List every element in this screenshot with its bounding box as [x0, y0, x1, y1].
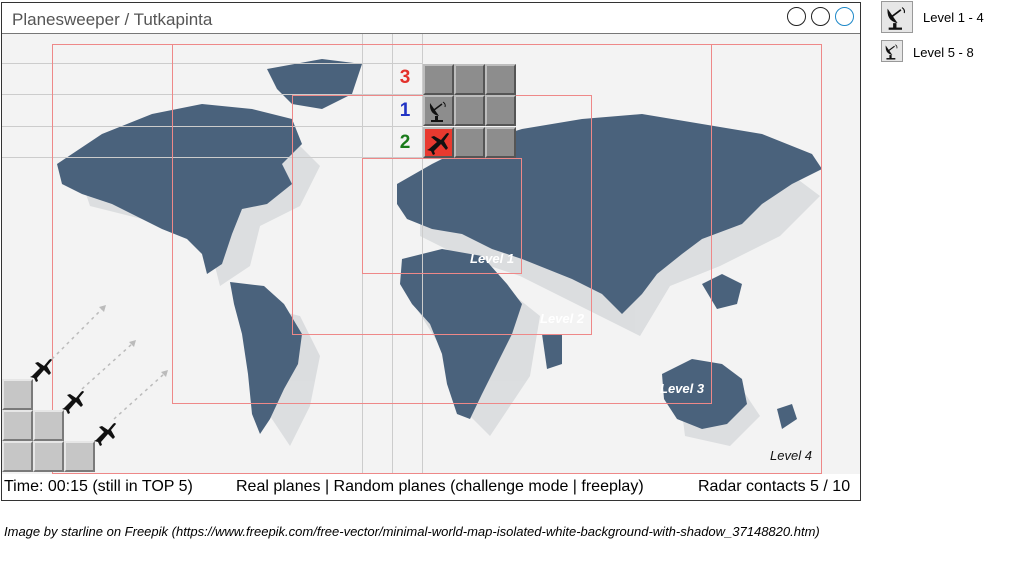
window-title: Planesweeper / Tutkapinta: [12, 10, 213, 29]
row-hint: 1: [399, 100, 411, 121]
grid-cell[interactable]: [485, 64, 516, 95]
level-1-label: Level 1: [470, 251, 515, 266]
plane-icon: [30, 359, 52, 382]
grid-cell-hit[interactable]: [423, 127, 454, 158]
plane-icon: [62, 391, 84, 414]
level-1-4-label: Level 1 - 4: [923, 10, 984, 25]
plane-trails: [30, 305, 168, 446]
image-credit: Image by starline on Freepik (https://ww…: [4, 524, 820, 539]
grid-cell[interactable]: [454, 95, 485, 126]
radar-contacts-count: Radar contacts 5 / 10: [698, 478, 851, 495]
level-sidebar: Level 1 - 4 Level 5 - 8: [880, 0, 1022, 80]
row-hint: 3: [399, 67, 411, 88]
map-area[interactable]: Level 1 Level 2 Level 3 Level 4 3 1 2: [2, 34, 860, 474]
mode-links[interactable]: Real planes | Random planes (challenge m…: [236, 478, 644, 496]
level-5-8-label: Level 5 - 8: [913, 45, 974, 60]
grid-cell[interactable]: [454, 127, 485, 158]
grid-cell[interactable]: [485, 127, 516, 158]
level-3-label: Level 3: [660, 381, 705, 396]
row-hint: 2: [399, 132, 411, 153]
level-4-label: Level 4: [770, 448, 812, 463]
level-2-label: Level 2: [540, 311, 585, 326]
timer-text: Time: 00:15 (still in TOP 5): [4, 478, 193, 495]
window-button-3[interactable]: [835, 7, 854, 26]
grid-cell[interactable]: [485, 95, 516, 126]
radar-dish-icon: [429, 101, 446, 122]
plane-icon: [94, 423, 116, 446]
level-5-8-button[interactable]: [881, 40, 903, 62]
title-bar: Planesweeper / Tutkapinta: [2, 3, 860, 34]
grid-cell[interactable]: [454, 64, 485, 95]
grid-cell-radar[interactable]: [423, 95, 454, 126]
window-button-2[interactable]: [811, 7, 830, 26]
grid-cell[interactable]: [423, 64, 454, 95]
game-window: Planesweeper / Tutkapinta Level 1 Level …: [1, 2, 861, 501]
radar-dish-icon: [887, 7, 906, 30]
window-button-1[interactable]: [787, 7, 806, 26]
plane-icon: [427, 133, 449, 155]
level-1-4-button[interactable]: [881, 1, 913, 33]
radar-dish-icon: [885, 44, 898, 60]
status-bar: Time: 00:15 (still in TOP 5) Real planes…: [2, 474, 860, 500]
